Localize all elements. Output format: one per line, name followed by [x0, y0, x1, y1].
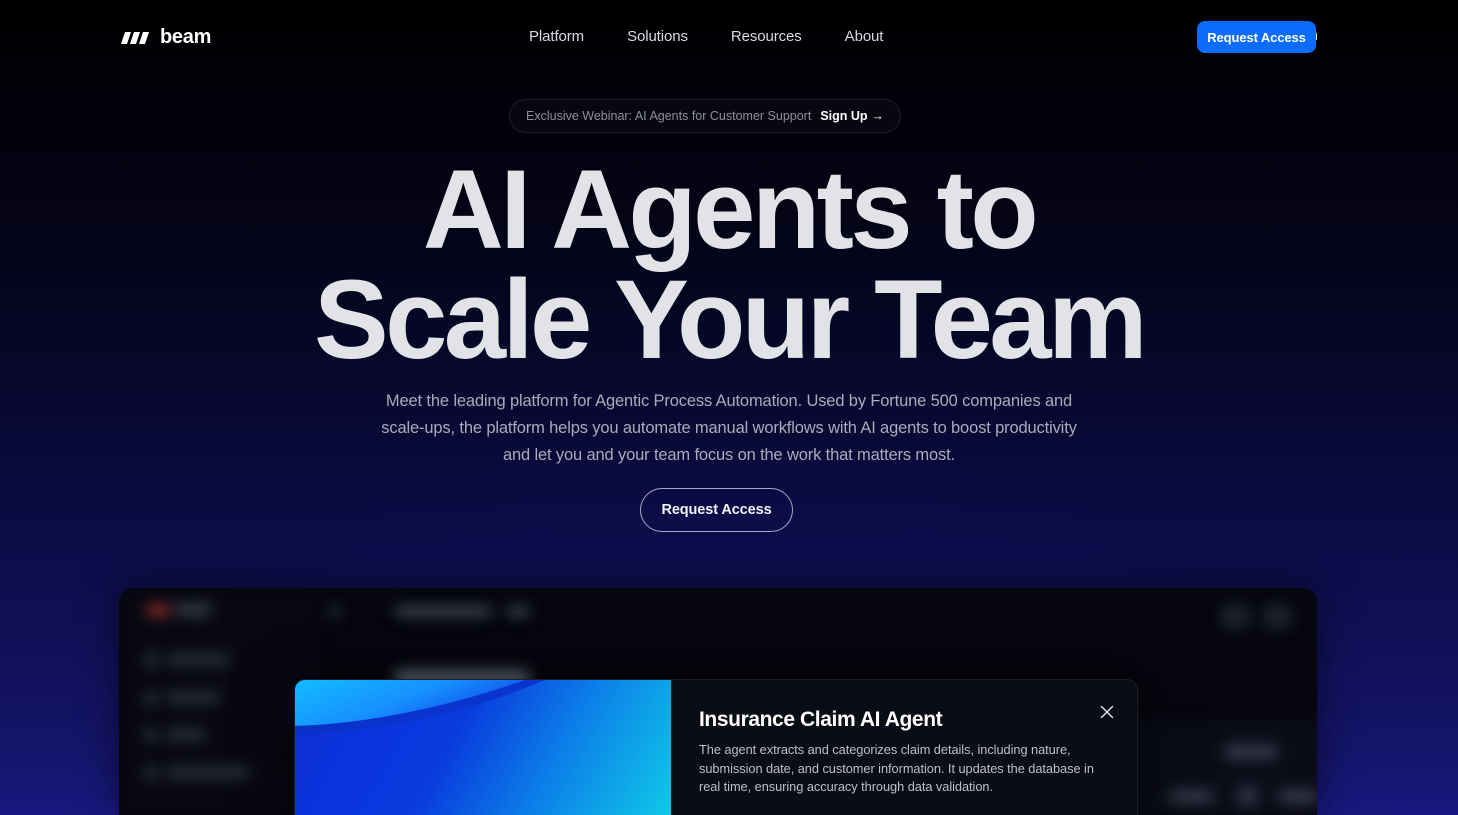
modal-hero-image: [295, 680, 671, 815]
sidebar-item-icon: [145, 729, 157, 741]
sidebar-item-label: [167, 692, 219, 703]
app-footer-chip: [1279, 790, 1317, 803]
webinar-banner-text: Exclusive Webinar: AI Agents for Custome…: [526, 109, 812, 123]
sidebar-item-label: [167, 729, 205, 740]
site-header: beam Platform Solutions Resources About …: [0, 0, 1458, 76]
modal-description: The agent extracts and categorizes claim…: [699, 742, 1094, 794]
breadcrumb: [331, 606, 339, 617]
app-footer-button: [1237, 786, 1258, 806]
modal-title: Insurance Claim AI Agent: [699, 708, 943, 731]
brand-logo[interactable]: beam: [119, 26, 211, 49]
close-icon: [1100, 705, 1114, 719]
app-toolbar-button: [1263, 604, 1292, 629]
swoosh-decoration-icon: [295, 680, 545, 735]
brand-name: beam: [160, 26, 212, 48]
page-root: beam Platform Solutions Resources About …: [0, 0, 1458, 815]
app-sidebar: [119, 588, 314, 815]
nav-item-about[interactable]: About: [845, 28, 884, 45]
sidebar-item-icon: [145, 692, 157, 704]
webinar-banner[interactable]: Exclusive Webinar: AI Agents for Custome…: [509, 99, 902, 133]
webinar-signup-link[interactable]: Sign Up →: [820, 109, 884, 123]
arrow-right-icon: →: [871, 109, 885, 123]
nav-item-solutions[interactable]: Solutions: [627, 28, 688, 45]
app-logo-mark: [147, 604, 169, 616]
app-status-chip: [1225, 746, 1277, 758]
breadcrumb: [507, 606, 529, 617]
request-access-hero-button[interactable]: Request Access: [640, 488, 793, 532]
app-footer-chip: [1169, 790, 1213, 803]
page-title: AI Agents to Scale Your Team: [314, 147, 1148, 382]
beam-slashes-logo-icon: [121, 31, 149, 44]
main-nav: Platform Solutions Resources About: [529, 28, 883, 45]
request-access-header-button[interactable]: Request Access: [1197, 21, 1316, 53]
modal-body: Insurance Claim AI Agent The agent extra…: [671, 680, 1137, 815]
app-topbar: [315, 588, 1317, 636]
app-toolbar-button: [1221, 604, 1250, 629]
nav-item-platform[interactable]: Platform: [529, 28, 584, 45]
hero-subtext: Meet the leading platform for Agentic Pr…: [381, 392, 1077, 464]
webinar-signup-label: Sign Up: [820, 109, 868, 123]
sidebar-item-icon: [145, 654, 157, 666]
nav-item-resources[interactable]: Resources: [731, 28, 802, 45]
breadcrumb: [395, 606, 491, 617]
app-logo-wordmark: [175, 604, 211, 615]
agent-detail-modal: Insurance Claim AI Agent The agent extra…: [294, 679, 1138, 815]
sidebar-item-label: [167, 767, 249, 778]
close-button[interactable]: [1099, 704, 1115, 720]
sidebar-item-label: [167, 654, 229, 665]
sidebar-item-icon: [145, 767, 157, 779]
